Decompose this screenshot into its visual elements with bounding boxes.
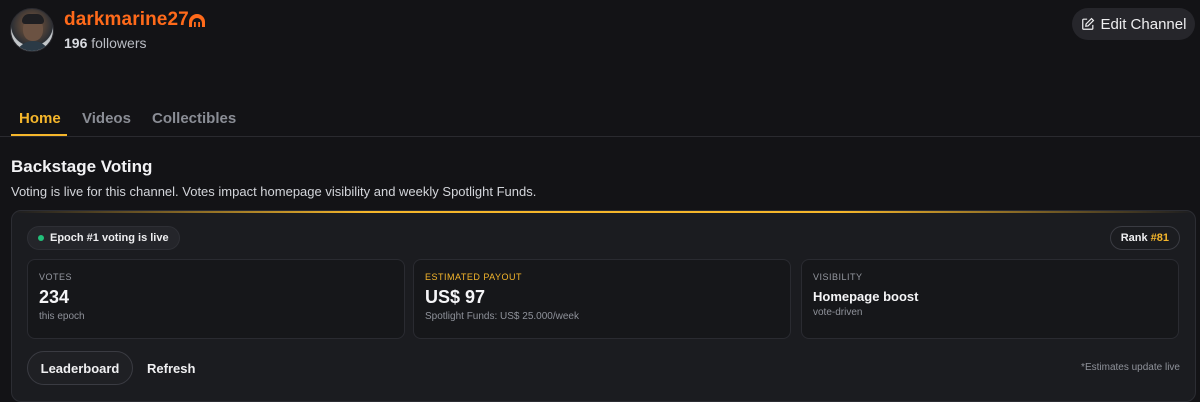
visibility-sub: vote-driven xyxy=(813,307,863,318)
rank-value: #81 xyxy=(1150,232,1169,244)
tab-videos[interactable]: Videos xyxy=(82,110,131,127)
active-tab-indicator xyxy=(11,134,67,136)
visibility-label: VISIBILITY xyxy=(813,272,863,282)
payout-stat: ESTIMATED PAYOUT US$ 97 Spotlight Funds:… xyxy=(413,259,791,339)
votes-stat: VOTES 234 this epoch xyxy=(27,259,405,339)
edit-channel-label: Edit Channel xyxy=(1100,15,1187,33)
followers-number: 196 xyxy=(64,35,88,51)
avatar-body xyxy=(15,41,51,51)
avatar-hair xyxy=(22,14,44,24)
refresh-button[interactable]: Refresh xyxy=(147,351,195,385)
channel-tabs: Home Videos Collectibles xyxy=(0,104,1200,137)
payout-label: ESTIMATED PAYOUT xyxy=(425,272,523,282)
votes-value: 234 xyxy=(39,287,70,307)
votes-sub: this epoch xyxy=(39,311,85,322)
epoch-status-badge: Epoch #1 voting is live xyxy=(27,226,180,250)
tab-home[interactable]: Home xyxy=(19,110,61,127)
tab-collectibles[interactable]: Collectibles xyxy=(152,110,236,127)
pencil-square-icon xyxy=(1081,17,1094,30)
crown-icon xyxy=(189,14,205,27)
leaderboard-button[interactable]: Leaderboard xyxy=(27,351,133,385)
followers-label: followers xyxy=(91,35,147,51)
avatar[interactable] xyxy=(10,8,54,52)
edit-channel-button[interactable]: Edit Channel xyxy=(1072,8,1195,40)
votes-label: VOTES xyxy=(39,272,73,282)
card-accent-line xyxy=(12,211,1195,213)
rank-label: Rank xyxy=(1120,232,1148,244)
payout-value: US$ 97 xyxy=(425,287,486,307)
estimates-footnote: *Estimates update live xyxy=(1081,362,1180,373)
visibility-value: Homepage boost xyxy=(813,289,919,304)
channel-header: darkmarine27 196 followers Edit Channel xyxy=(0,0,1200,60)
live-dot-icon xyxy=(38,235,44,241)
section-description: Voting is live for this channel. Votes i… xyxy=(11,184,537,199)
epoch-status-text: Epoch #1 voting is live xyxy=(50,232,169,244)
visibility-stat: VISIBILITY Homepage boost vote-driven xyxy=(801,259,1179,339)
payout-sub: Spotlight Funds: US$ 25.000/week xyxy=(425,311,579,322)
followers-count: 196 followers xyxy=(64,35,147,51)
rank-badge: Rank #81 xyxy=(1109,226,1180,250)
section-title: Backstage Voting xyxy=(11,157,153,176)
voting-card: Epoch #1 voting is live Rank #81 VOTES 2… xyxy=(11,210,1196,402)
channel-name[interactable]: darkmarine27 xyxy=(64,9,189,31)
